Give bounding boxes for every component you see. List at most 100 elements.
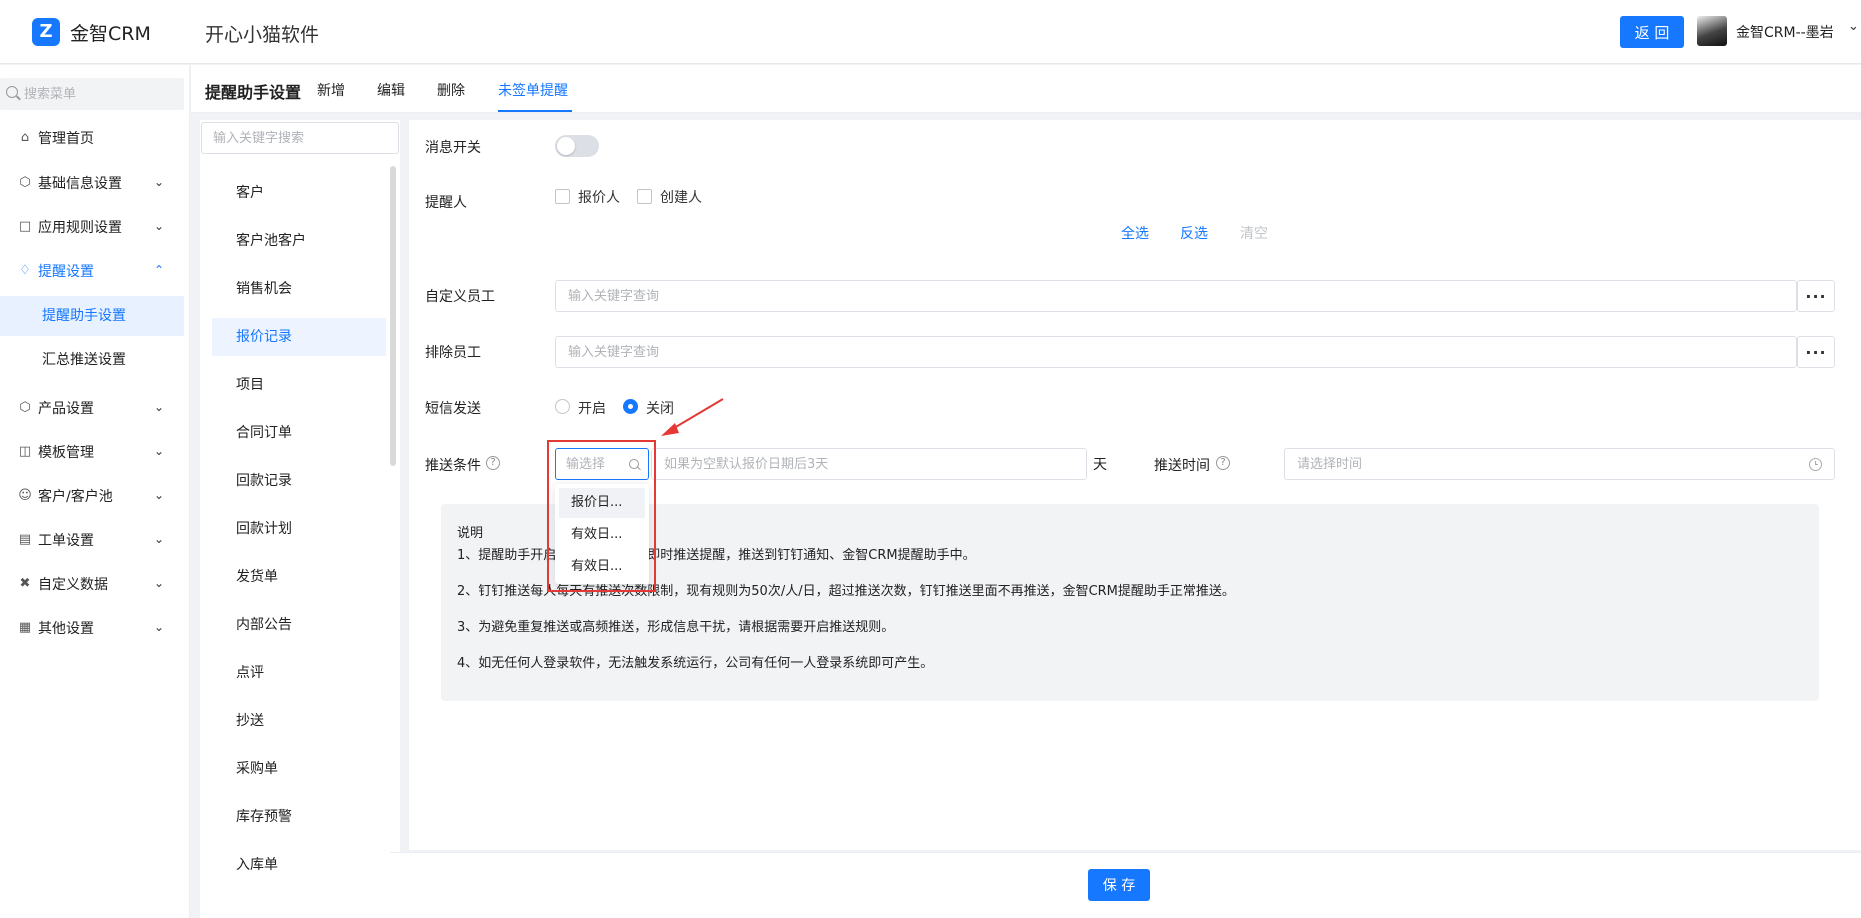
custom-staff-label: 自定义员工	[425, 289, 495, 305]
cube-icon: ⬡	[19, 175, 31, 190]
instruction-line: 3、为避免重复推送或高频推送，形成信息干扰，请根据需要开启推送规则。	[457, 620, 895, 635]
instruction-line: 1、提醒助手开启后，满足条件就即时推送提醒，推送到钉钉通知、金智CRM提醒助手中…	[457, 548, 976, 563]
category-scrollbar[interactable]	[390, 166, 396, 466]
msg-switch-toggle[interactable]	[555, 135, 599, 157]
help-icon[interactable]: ?	[486, 456, 500, 470]
chevron-down-icon: ⌄	[154, 400, 165, 414]
sidebar-item-customer-pool[interactable]: ☺ 客户/客户池 ⌄	[0, 476, 184, 516]
sidebar-item-label: 自定义数据	[38, 577, 108, 593]
push-time-picker[interactable]	[1284, 448, 1835, 480]
sidebar-item-home[interactable]: ⌂ 管理首页	[0, 118, 184, 158]
reminder-label: 提醒人	[425, 195, 467, 211]
sidebar: ⌂ 管理首页 ⬡ 基础信息设置 ⌄ □ 应用规则设置 ⌄ ♢ 提醒设置 ⌃ 提醒…	[0, 65, 190, 918]
sidebar-item-label: 工单设置	[38, 533, 94, 549]
ticket-icon: ▤	[18, 532, 32, 547]
page-title: 提醒助手设置	[205, 83, 302, 102]
category-item[interactable]: 抄送	[212, 702, 386, 740]
push-condition-label: 推送条件	[425, 458, 481, 474]
category-item[interactable]: 合同订单	[212, 414, 386, 452]
category-item[interactable]: 入库单	[212, 846, 386, 884]
chevron-down-icon: ⌄	[154, 175, 165, 189]
category-item[interactable]: 采购单	[212, 750, 386, 788]
cube-icon: ⬡	[19, 400, 31, 415]
sms-label: 短信发送	[425, 401, 481, 417]
top-header: Z 金智CRM 开心小猫软件 返 回 金智CRM--墨岩 ⌄	[0, 0, 1861, 64]
help-icon[interactable]: ?	[1216, 456, 1230, 470]
sidebar-item-label: 管理首页	[38, 131, 94, 147]
tab-edit[interactable]: 编辑	[377, 80, 405, 100]
sidebar-item-label: 其他设置	[38, 621, 94, 637]
exclude-staff-label: 排除员工	[425, 345, 481, 361]
sms-on-label: 开启	[578, 401, 606, 417]
chevron-down-icon: ⌄	[154, 219, 165, 233]
tab-add[interactable]: 新增	[317, 80, 345, 100]
home-icon: ⌂	[20, 130, 30, 145]
instructions-title: 说明	[457, 526, 484, 541]
category-item[interactable]: 回款记录	[212, 462, 386, 500]
chevron-down-icon[interactable]: ⌄	[1848, 19, 1859, 34]
category-item[interactable]: 库存预警	[212, 798, 386, 836]
category-item[interactable]: 点评	[212, 654, 386, 692]
category-item[interactable]: 客户	[212, 174, 386, 212]
sidebar-item-other[interactable]: ▦ 其他设置 ⌄	[0, 608, 184, 648]
chevron-down-icon: ⌄	[154, 488, 165, 502]
template-icon: ◫	[18, 444, 32, 459]
sidebar-item-custom-data[interactable]: ✖ 自定义数据 ⌄	[0, 564, 184, 604]
sms-on-radio[interactable]	[555, 399, 570, 414]
clear-link[interactable]: 清空	[1240, 223, 1268, 243]
category-item[interactable]: 回款计划	[212, 510, 386, 548]
brand-name: 金智CRM	[70, 23, 151, 45]
invert-selection-link[interactable]: 反选	[1180, 223, 1208, 243]
exclude-staff-input[interactable]	[555, 336, 1797, 368]
clock-icon	[1809, 458, 1822, 471]
creator-checkbox[interactable]	[637, 189, 652, 204]
tools-icon: ✖	[19, 576, 31, 591]
company-name: 开心小猫软件	[205, 24, 320, 46]
tab-delete[interactable]: 删除	[437, 80, 465, 100]
push-time-label: 推送时间	[1154, 458, 1210, 474]
highlight-box	[547, 440, 656, 592]
category-item-active[interactable]: 报价记录	[212, 318, 386, 356]
sidebar-item-reminder[interactable]: ♢ 提醒设置 ⌃	[0, 251, 184, 291]
sms-off-radio[interactable]	[623, 399, 638, 414]
tab-active-indicator	[498, 110, 572, 112]
quoter-option-label: 报价人	[578, 190, 620, 206]
quoter-checkbox[interactable]	[555, 189, 570, 204]
exclude-staff-more-button[interactable]: ···	[1797, 336, 1835, 368]
category-search-input[interactable]	[201, 122, 399, 154]
chevron-down-icon: ⌄	[154, 576, 165, 590]
category-item[interactable]: 发货单	[212, 558, 386, 596]
menu-search-input[interactable]	[24, 78, 179, 110]
user-avatar[interactable]	[1697, 16, 1727, 46]
sidebar-item-app-rules[interactable]: □ 应用规则设置 ⌄	[0, 207, 184, 247]
chevron-up-icon: ⌃	[154, 263, 165, 277]
category-item[interactable]: 销售机会	[212, 270, 386, 308]
tab-unsigned-reminder[interactable]: 未签单提醒	[498, 80, 568, 100]
user-name[interactable]: 金智CRM--墨岩	[1736, 22, 1834, 42]
sidebar-item-basic-info[interactable]: ⬡ 基础信息设置 ⌄	[0, 163, 184, 203]
custom-staff-input[interactable]	[555, 280, 1797, 312]
category-item[interactable]: 内部公告	[212, 606, 386, 644]
sidebar-item-label: 应用规则设置	[38, 220, 122, 236]
category-item[interactable]: 客户池客户	[212, 222, 386, 260]
push-time-input[interactable]	[1297, 449, 1797, 479]
custom-staff-more-button[interactable]: ···	[1797, 280, 1835, 312]
select-all-link[interactable]: 全选	[1121, 223, 1149, 243]
category-item[interactable]: 项目	[212, 366, 386, 404]
push-days-input[interactable]	[651, 448, 1087, 480]
bell-icon: ♢	[19, 263, 31, 278]
sidebar-item-label: 客户/客户池	[38, 489, 113, 505]
save-button[interactable]: 保 存	[1088, 869, 1150, 901]
sidebar-item-product[interactable]: ⬡ 产品设置 ⌄	[0, 388, 184, 428]
sidebar-subitem-reminder-assistant[interactable]: 提醒助手设置	[0, 296, 184, 336]
chevron-down-icon: ⌄	[154, 532, 165, 546]
sidebar-item-label: 提醒设置	[38, 264, 94, 280]
sidebar-item-label: 模板管理	[38, 445, 94, 461]
category-panel: 客户 客户池客户 销售机会 报价记录 项目 合同订单 回款记录 回款计划 发货单…	[200, 120, 400, 918]
users-icon: ☺	[18, 488, 32, 503]
sidebar-item-ticket[interactable]: ▤ 工单设置 ⌄	[0, 520, 184, 560]
sidebar-subitem-summary-push[interactable]: 汇总推送设置	[0, 340, 184, 380]
back-button[interactable]: 返 回	[1620, 16, 1684, 48]
annotation-arrow-icon	[661, 398, 724, 436]
sidebar-item-template[interactable]: ◫ 模板管理 ⌄	[0, 432, 184, 472]
